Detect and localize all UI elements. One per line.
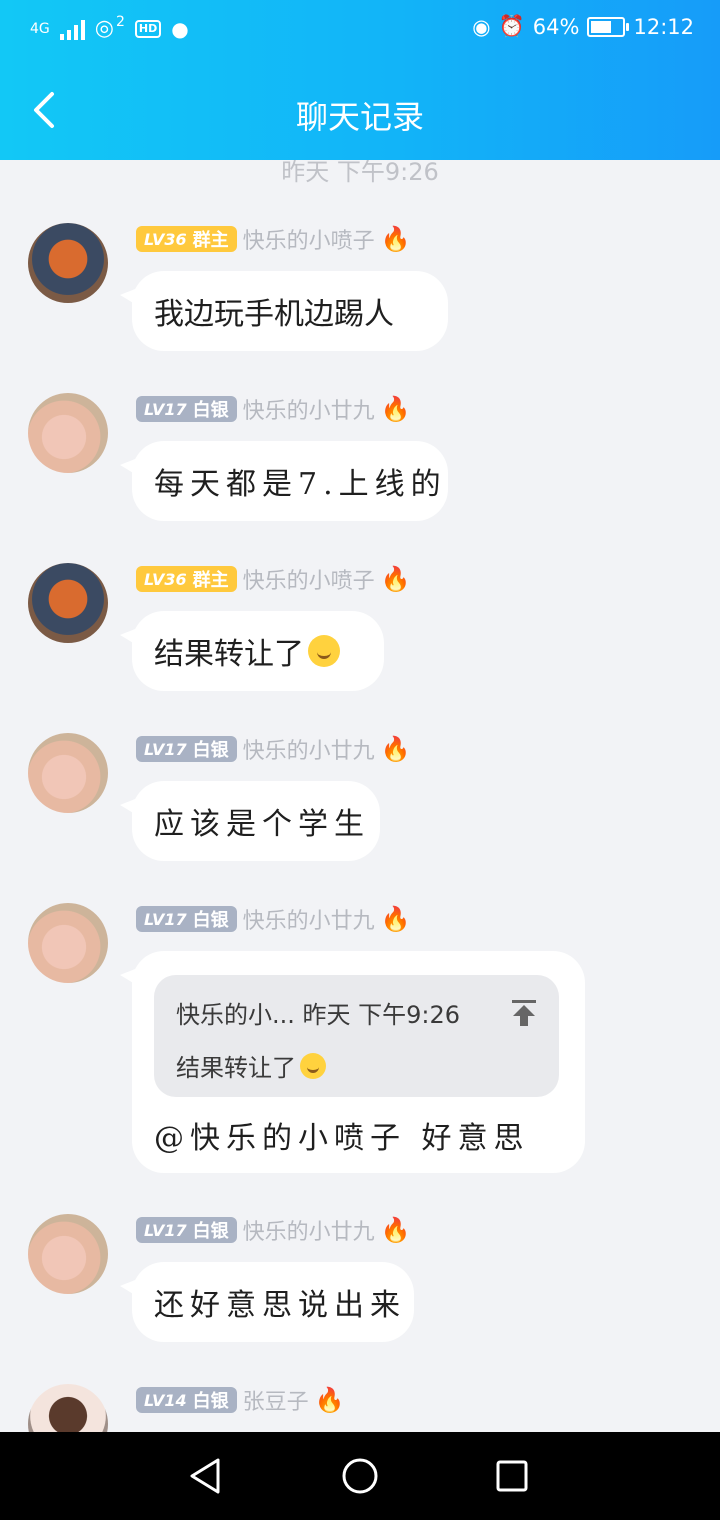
page-title: 聊天记录 xyxy=(295,98,424,136)
chat-history[interactable]: 昨天 下午9:26 LV36 群主 快乐的小喷子 🔥 我边玩手机边踢人 LV17 白… xyxy=(0,160,720,1432)
level-badge: LV17 白银 xyxy=(136,906,237,932)
dog-emoji-icon xyxy=(308,635,340,667)
fire-icon: 🔥 xyxy=(380,735,411,763)
network-label: 4G xyxy=(30,20,50,37)
status-bar: 4G ◎ 2 HD ● ◉ ⏰ 64% 12:12 xyxy=(0,0,720,60)
fire-icon: 🔥 xyxy=(380,905,411,933)
avatar[interactable] xyxy=(28,1214,108,1294)
quote-header: 快乐的小... 昨天 下午9:26 xyxy=(176,1001,461,1029)
system-nav-bar xyxy=(0,1432,720,1520)
battery-percent: 64% xyxy=(532,14,580,39)
eye-icon: ◉ xyxy=(472,14,491,39)
avatar[interactable] xyxy=(28,733,108,813)
avatar[interactable] xyxy=(28,223,108,303)
sender-line: LV17 白银 快乐的小廿九 🔥 xyxy=(136,1216,411,1245)
sender-line: LV17 白银 快乐的小廿九 🔥 xyxy=(136,395,411,424)
fire-icon: 🔥 xyxy=(380,395,411,423)
signal-icon xyxy=(59,18,85,40)
wechat-icon: ● xyxy=(171,16,189,41)
sender-name: 快乐的小廿九 xyxy=(242,909,375,934)
avatar[interactable] xyxy=(28,563,108,643)
nav-back-icon[interactable] xyxy=(188,1456,224,1496)
fire-icon: 🔥 xyxy=(314,1386,345,1414)
alarm-icon: ⏰ xyxy=(498,14,525,38)
message-bubble[interactable]: 还好意思说出来 xyxy=(132,1262,414,1342)
level-badge: LV17 白银 xyxy=(136,396,237,422)
sender-name: 快乐的小廿九 xyxy=(242,399,375,424)
fire-icon: 🔥 xyxy=(380,1216,411,1244)
fire-icon: 🔥 xyxy=(380,565,411,593)
hotspot-count: 2 xyxy=(115,13,125,30)
message-bubble[interactable]: 快乐的小... 昨天 下午9:26 结果转让了 @快乐的小喷子 好意思 xyxy=(132,951,585,1173)
battery-icon xyxy=(587,16,630,37)
message-bubble[interactable]: 每天都是7.上线的 xyxy=(132,441,448,521)
message-text: 结果转让了 xyxy=(154,637,304,672)
sender-name: 快乐的小廿九 xyxy=(242,739,375,764)
sender-name: 快乐的小喷子 xyxy=(242,229,375,254)
sender-name: 快乐的小廿九 xyxy=(242,1220,375,1245)
quote-text: 结果转让了 xyxy=(176,1054,296,1082)
hotspot-icon: ◎ xyxy=(94,16,114,41)
time-divider: 昨天 下午9:26 xyxy=(281,160,439,186)
sender-name: 快乐的小喷子 xyxy=(242,569,375,594)
message-bubble[interactable]: 应该是个学生 xyxy=(132,781,380,861)
message-text: @快乐的小喷子 好意思 xyxy=(154,1121,530,1156)
clock: 12:12 xyxy=(633,14,694,39)
level-badge: LV14 白银 xyxy=(136,1387,237,1413)
message-bubble[interactable]: 我边玩手机边踢人 xyxy=(132,271,448,351)
level-badge: LV17 白银 xyxy=(136,1217,237,1243)
message-bubble[interactable]: 结果转让了 xyxy=(132,611,384,691)
level-badge: LV36 群主 xyxy=(136,226,237,252)
top-bar: 4G ◎ 2 HD ● ◉ ⏰ 64% 12:12 聊天记录 xyxy=(0,0,720,160)
avatar[interactable] xyxy=(28,903,108,983)
dog-emoji-icon xyxy=(300,1052,326,1079)
sender-line: LV36 群主 快乐的小喷子 🔥 xyxy=(136,225,411,254)
nav-home-icon[interactable] xyxy=(341,1456,379,1496)
sender-line: LV17 白银 快乐的小廿九 🔥 xyxy=(136,905,411,934)
avatar[interactable] xyxy=(28,1384,108,1432)
message-text: 还好意思说出来 xyxy=(154,1288,406,1323)
quoted-message[interactable]: 快乐的小... 昨天 下午9:26 结果转让了 xyxy=(154,975,559,1097)
message-text: 应该是个学生 xyxy=(154,807,370,842)
level-badge: LV36 群主 xyxy=(136,566,237,592)
sender-line: LV14 白银 张豆子 🔥 xyxy=(136,1386,345,1415)
sender-line: LV36 群主 快乐的小喷子 🔥 xyxy=(136,565,411,594)
jump-to-top-icon[interactable] xyxy=(511,999,537,1027)
fire-icon: 🔥 xyxy=(380,225,411,253)
nav-recents-icon[interactable] xyxy=(495,1456,529,1496)
message-text: 每天都是7.上线的 xyxy=(154,467,447,502)
hd-icon: HD xyxy=(134,19,162,38)
sender-name: 张豆子 xyxy=(242,1390,309,1415)
message-text: 我边玩手机边踢人 xyxy=(154,297,394,332)
sender-line: LV17 白银 快乐的小廿九 🔥 xyxy=(136,735,411,764)
level-badge: LV17 白银 xyxy=(136,736,237,762)
avatar[interactable] xyxy=(28,393,108,473)
